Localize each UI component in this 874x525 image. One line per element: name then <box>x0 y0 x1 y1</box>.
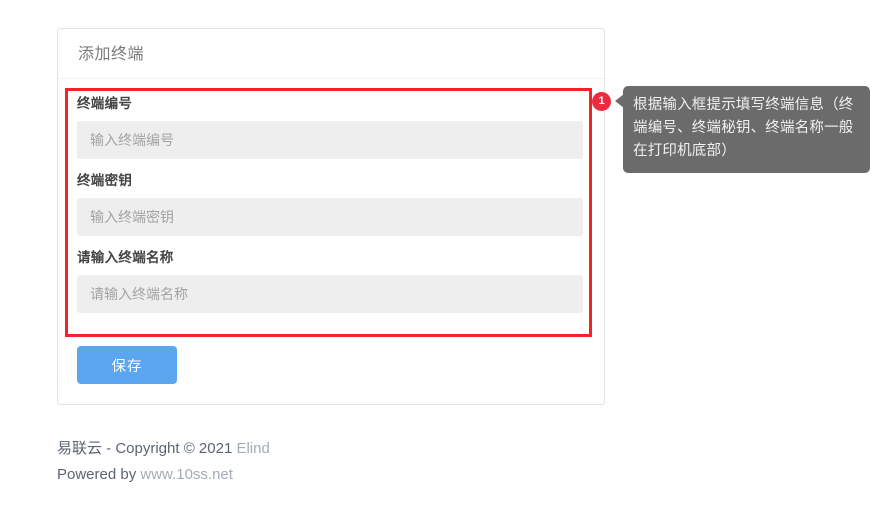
terminal-key-input[interactable] <box>77 198 583 236</box>
callout-text: 根据输入框提示填写终端信息（终端编号、终端秘钥、终端名称一般在打印机底部） <box>633 97 854 159</box>
footer-copyright-line: 易联云 - Copyright © 2021 Elind <box>57 436 270 462</box>
callout-step-badge: 1 <box>592 92 611 111</box>
add-terminal-form: 终端编号 终端密钥 请输入终端名称 <box>77 94 583 325</box>
page-title: 添加终端 <box>78 46 145 63</box>
callout-box: 根据输入框提示填写终端信息（终端编号、终端秘钥、终端名称一般在打印机底部） <box>623 86 870 173</box>
callout-arrow-icon <box>615 94 624 108</box>
field-terminal-key: 终端密钥 <box>77 171 583 236</box>
field-terminal-number: 终端编号 <box>77 94 583 159</box>
save-button[interactable]: 保存 <box>77 346 177 384</box>
footer: 易联云 - Copyright © 2021 Elind Powered by … <box>57 436 270 488</box>
field-label-terminal-name: 请输入终端名称 <box>77 250 174 265</box>
footer-brand-name: Elind <box>236 440 270 457</box>
field-label-terminal-key: 终端密钥 <box>77 173 133 188</box>
footer-powered-line: Powered by www.10ss.net <box>57 462 270 488</box>
field-terminal-name: 请输入终端名称 <box>77 248 583 313</box>
footer-powered-text: Powered by <box>57 466 141 483</box>
card-header: 添加终端 <box>58 29 604 79</box>
footer-copyright-text: 易联云 - Copyright © 2021 <box>57 440 237 457</box>
footer-site-link[interactable]: www.10ss.net <box>140 466 233 483</box>
terminal-number-input[interactable] <box>77 121 583 159</box>
field-label-terminal-number: 终端编号 <box>77 96 133 111</box>
terminal-name-input[interactable] <box>77 275 583 313</box>
